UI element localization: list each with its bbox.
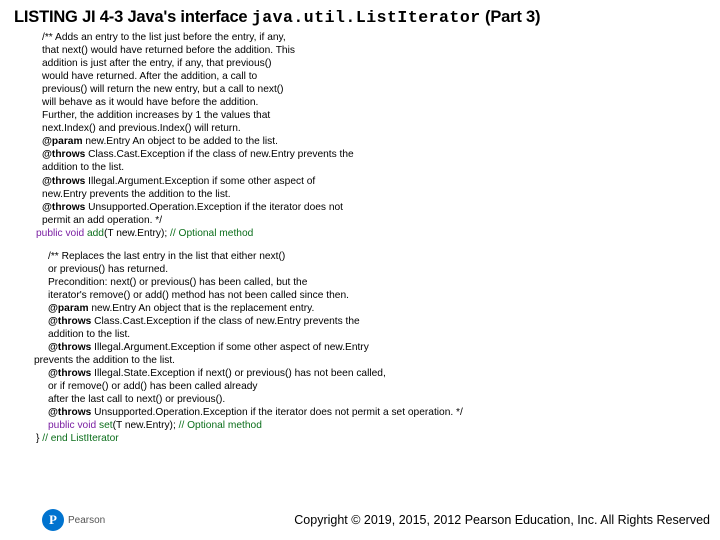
method-signature: public void add(T new.Entry); // Optiona… bbox=[36, 227, 678, 240]
doc-line: that next() would have returned before t… bbox=[42, 44, 678, 57]
doc-line: Precondition: next() or previous() has b… bbox=[48, 276, 678, 289]
doc-throws: @throws Class.Cast.Exception if the clas… bbox=[48, 315, 678, 328]
doc-line: next.Index() and previous.Index() will r… bbox=[42, 122, 678, 135]
throws-tag: @throws bbox=[48, 316, 91, 327]
keyword-public-void: public void bbox=[36, 228, 87, 239]
method-name: add bbox=[87, 228, 104, 239]
throws-text: Unsupported.Operation.Exception if the i… bbox=[91, 407, 463, 418]
inline-comment: // Optional method bbox=[170, 228, 253, 239]
doc-line: /** Replaces the last entry in the list … bbox=[48, 250, 678, 263]
param-tag: @param bbox=[42, 136, 83, 147]
doc-throws: @throws Unsupported.Operation.Exception … bbox=[42, 201, 678, 214]
doc-line: /** Adds an entry to the list just befor… bbox=[42, 31, 678, 44]
doc-line: prevents the addition to the list. bbox=[34, 354, 678, 367]
throws-tag: @throws bbox=[48, 342, 91, 353]
doc-line: or previous() has returned. bbox=[48, 263, 678, 276]
throws-text: Illegal.State.Exception if next() or pre… bbox=[91, 368, 385, 379]
end-comment: // end ListIterator bbox=[42, 433, 118, 444]
method-signature: public void set(T new.Entry); // Optiona… bbox=[48, 419, 678, 432]
param-text: new.Entry An object that is the replacem… bbox=[89, 303, 315, 314]
doc-line: addition to the list. bbox=[48, 328, 678, 341]
copyright-text: Copyright © 2019, 2015, 2012 Pearson Edu… bbox=[294, 513, 710, 527]
doc-throws: @throws Illegal.Argument.Exception if so… bbox=[42, 175, 678, 188]
throws-tag: @throws bbox=[42, 202, 85, 213]
method-name: set bbox=[99, 420, 113, 431]
doc-line: after the last call to next() or previou… bbox=[48, 393, 678, 406]
title-classname: java.util.ListIterator bbox=[252, 8, 481, 27]
doc-throws: @throws Illegal.Argument.Exception if so… bbox=[48, 341, 678, 354]
doc-line: iterator's remove() or add() method has … bbox=[48, 289, 678, 302]
throws-tag: @throws bbox=[42, 149, 85, 160]
doc-line: previous() will return the new entry, bu… bbox=[42, 83, 678, 96]
interface-close: } // end ListIterator bbox=[0, 432, 720, 445]
throws-text: Illegal.Argument.Exception if some other… bbox=[85, 176, 315, 187]
throws-text: Unsupported.Operation.Exception if the i… bbox=[85, 202, 343, 213]
title-prefix: LISTING JI 4-3 Java's interface bbox=[14, 8, 252, 26]
doc-line: would have returned. After the addition,… bbox=[42, 70, 678, 83]
javadoc-block-add: /** Adds an entry to the list just befor… bbox=[0, 31, 720, 240]
inline-comment: // Optional method bbox=[179, 420, 262, 431]
listing-title: LISTING JI 4-3 Java's interface java.uti… bbox=[0, 0, 720, 31]
throws-text: Class.Cast.Exception if the class of new… bbox=[91, 316, 359, 327]
doc-line: permit an add operation. */ bbox=[42, 214, 678, 227]
throws-tag: @throws bbox=[48, 368, 91, 379]
footer: P Pearson Copyright © 2019, 2015, 2012 P… bbox=[0, 506, 720, 534]
doc-line: or if remove() or add() has been called … bbox=[48, 380, 678, 393]
throws-text: Illegal.Argument.Exception if some other… bbox=[91, 342, 368, 353]
method-params: (T new.Entry); bbox=[104, 228, 170, 239]
method-params: (T new.Entry); bbox=[113, 420, 179, 431]
doc-line: will behave as it would have before the … bbox=[42, 96, 678, 109]
title-suffix: (Part 3) bbox=[481, 8, 541, 26]
throws-text: Class.Cast.Exception if the class of new… bbox=[85, 149, 353, 160]
pearson-logo: P Pearson bbox=[42, 509, 105, 531]
pearson-logo-icon: P bbox=[42, 509, 64, 531]
throws-tag: @throws bbox=[42, 176, 85, 187]
param-text: new.Entry An object to be added to the l… bbox=[83, 136, 278, 147]
param-tag: @param bbox=[48, 303, 89, 314]
doc-throws: @throws Unsupported.Operation.Exception … bbox=[48, 406, 678, 419]
doc-param: @param new.Entry An object to be added t… bbox=[42, 135, 678, 148]
keyword-public-void: public void bbox=[48, 420, 99, 431]
doc-line: addition is just after the entry, if any… bbox=[42, 57, 678, 70]
pearson-brand: Pearson bbox=[68, 515, 105, 526]
doc-throws: @throws Illegal.State.Exception if next(… bbox=[48, 367, 678, 380]
doc-param: @param new.Entry An object that is the r… bbox=[48, 302, 678, 315]
doc-line: Further, the addition increases by 1 the… bbox=[42, 109, 678, 122]
doc-line: new.Entry prevents the addition to the l… bbox=[42, 188, 678, 201]
javadoc-block-set: /** Replaces the last entry in the list … bbox=[0, 250, 720, 433]
throws-tag: @throws bbox=[48, 407, 91, 418]
doc-line: addition to the list. bbox=[42, 161, 678, 174]
doc-throws: @throws Class.Cast.Exception if the clas… bbox=[42, 148, 678, 161]
